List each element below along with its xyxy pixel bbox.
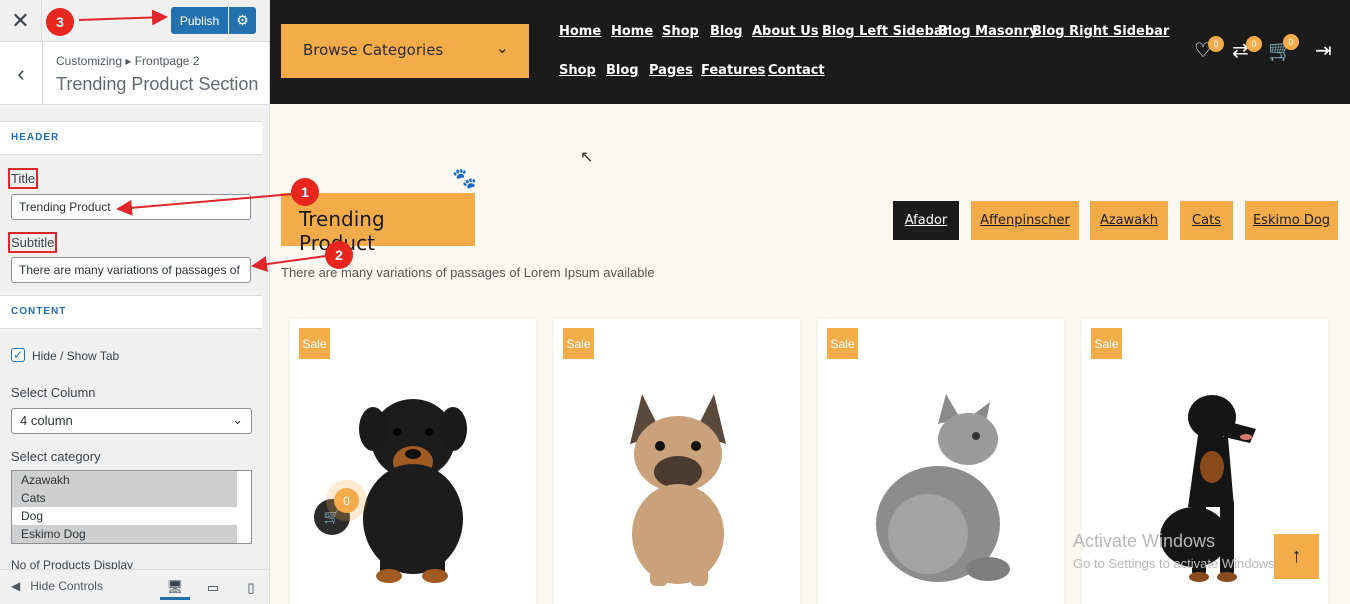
hide-controls-label: Hide Controls <box>30 579 103 593</box>
close-customizer-button[interactable]: ✕ <box>0 0 42 41</box>
nav-pages[interactable]: Pages <box>649 63 693 78</box>
subtitle-input[interactable] <box>11 257 251 283</box>
breadcrumb: Customizing ▸ Frontpage 2 <box>56 54 200 68</box>
category-option[interactable]: Cats <box>12 489 237 507</box>
windows-watermark-title: Activate Windows <box>1073 531 1216 551</box>
customizer-footer: ◀ Hide Controls 🖥 ▭ ▯ <box>0 569 269 604</box>
french-bulldog-image <box>630 394 726 586</box>
floating-cart-count: 0 <box>334 488 359 513</box>
site-preview: Browse Categories ⌄ Home Home Shop Blog … <box>270 0 1350 604</box>
mouse-cursor-icon: ↖ <box>580 149 594 166</box>
site-header: Browse Categories ⌄ Home Home Shop Blog … <box>270 0 1350 104</box>
select-column-label: Select Column <box>11 385 96 400</box>
hide-show-tab-checkbox[interactable]: ✓ <box>11 348 25 362</box>
title-label: Title <box>7 168 39 189</box>
publish-settings-gear-icon[interactable]: ⚙ <box>229 7 256 34</box>
paw-icon: 🐾 <box>452 168 477 190</box>
hide-controls-button[interactable]: ◀ Hide Controls <box>11 579 103 593</box>
customizer-topbar: ✕ Publish ⚙ <box>0 0 269 42</box>
desktop-preview-icon[interactable]: 🖥 <box>160 576 190 600</box>
mobile-preview-icon[interactable]: ▯ <box>236 576 266 600</box>
category-multiselect[interactable]: Azawakh Cats Dog Eskimo Dog <box>11 470 252 544</box>
nav-home[interactable]: Home <box>559 24 601 39</box>
compare-count-badge: 0 <box>1246 36 1262 52</box>
chevron-down-icon: ⌄ <box>495 38 509 57</box>
tab-cats[interactable]: Cats <box>1180 201 1233 240</box>
screen: ✕ Publish ⚙ ‹ Customizing ▸ Frontpage 2 … <box>0 0 1350 604</box>
logout-icon[interactable]: ⇥ <box>1315 38 1332 63</box>
rottweiler-puppy-image <box>359 399 467 583</box>
grey-kitten-image <box>876 394 1010 582</box>
sale-badge: Sale <box>299 328 330 359</box>
chevron-down-icon: ⌄ <box>232 412 243 427</box>
product-card[interactable]: Sale <box>554 319 800 604</box>
annotation-badge: 3 <box>46 8 74 36</box>
nav-about-us[interactable]: About Us <box>752 24 819 39</box>
section-header: ‹ Customizing ▸ Frontpage 2 Trending Pro… <box>0 42 269 105</box>
back-to-top-arrow-icon[interactable]: ↑ <box>1274 534 1319 579</box>
nav-home-2[interactable]: Home <box>611 24 653 39</box>
tab-azawakh[interactable]: Azawakh <box>1090 201 1168 240</box>
annotation-badge: 2 <box>325 241 353 269</box>
browse-categories-label: Browse Categories <box>303 41 444 59</box>
back-chevron-icon[interactable]: ‹ <box>0 42 43 105</box>
nav-blog-masonry[interactable]: Blog Masonry <box>938 24 1038 39</box>
product-card[interactable]: Sale <box>290 319 536 604</box>
tablet-preview-icon[interactable]: ▭ <box>198 576 228 600</box>
header-group-heading: HEADER <box>0 121 262 155</box>
category-option[interactable]: Eskimo Dog <box>12 525 237 543</box>
wishlist-count-badge: 0 <box>1208 36 1224 52</box>
tab-eskimo-dog[interactable]: Eskimo Dog <box>1245 201 1338 240</box>
category-option[interactable]: Dog <box>12 507 237 525</box>
select-category-label: Select category <box>11 449 101 464</box>
nav-blog[interactable]: Blog <box>710 24 743 39</box>
nav-shop[interactable]: Shop <box>662 24 699 39</box>
tab-afador[interactable]: Afador <box>893 201 959 240</box>
sale-badge: Sale <box>1091 328 1122 359</box>
hide-show-tab-label: Hide / Show Tab <box>32 349 120 363</box>
tab-affenpinscher[interactable]: Affenpinscher <box>971 201 1079 240</box>
nav-blog-right-sidebar[interactable]: Blog Right Sidebar <box>1032 24 1169 39</box>
select-column-value: 4 column <box>20 413 73 428</box>
nav-blog-left-sidebar[interactable]: Blog Left Sidebar <box>822 24 949 39</box>
content-group-heading: CONTENT <box>0 295 262 329</box>
product-card[interactable]: Sale <box>818 319 1064 604</box>
customizer-panel: ✕ Publish ⚙ ‹ Customizing ▸ Frontpage 2 … <box>0 0 270 604</box>
annotation-badge: 1 <box>291 178 319 206</box>
nav-blog-2[interactable]: Blog <box>606 63 639 78</box>
browse-categories-button[interactable]: Browse Categories ⌄ <box>281 24 529 78</box>
nav-features[interactable]: Features <box>701 63 765 78</box>
windows-watermark-subtitle: Go to Settings to activate Windows. <box>1073 556 1279 571</box>
sale-badge: Sale <box>563 328 594 359</box>
section-title: Trending Product Section <box>56 74 259 94</box>
subtitle-label: Subtitle <box>7 232 58 253</box>
nav-shop-2[interactable]: Shop <box>559 63 596 78</box>
title-input[interactable] <box>11 194 251 220</box>
nav-contact[interactable]: Contact <box>768 63 825 78</box>
cart-count-badge: 0 <box>1283 34 1299 50</box>
collapse-arrow-icon: ◀ <box>11 579 21 593</box>
publish-button[interactable]: Publish <box>171 7 228 34</box>
category-option[interactable]: Azawakh <box>12 471 237 489</box>
sale-badge: Sale <box>827 328 858 359</box>
select-column-dropdown[interactable]: 4 column ⌄ <box>11 408 252 434</box>
